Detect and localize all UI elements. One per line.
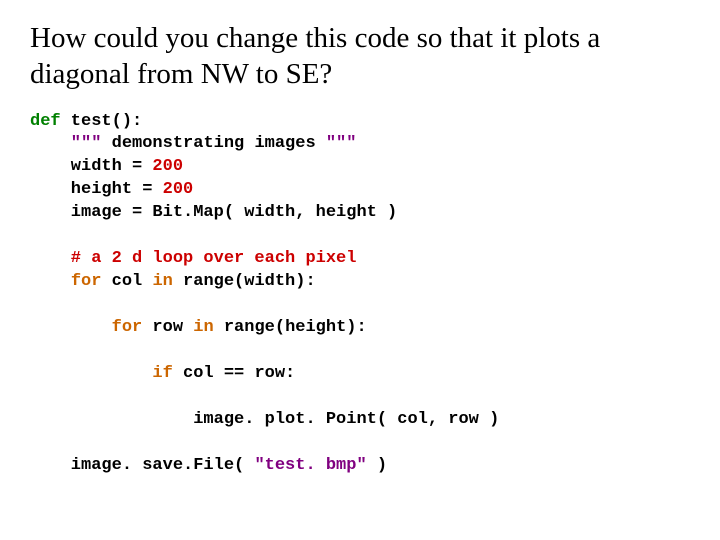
kw-for2: for [112, 318, 143, 337]
comment-line: # a 2 d loop over each pixel [30, 249, 356, 268]
docstring-open: """ [30, 134, 101, 153]
for1-indent [30, 272, 71, 291]
kw-def: def [30, 112, 61, 131]
if-cond: col == row: [173, 364, 295, 383]
width-lhs: width = [30, 157, 152, 176]
kw-in1: in [152, 272, 172, 291]
for2-indent [30, 318, 112, 337]
for2-range: range(height): [214, 318, 367, 337]
docstring-body: demonstrating images [101, 134, 325, 153]
for1-range: range(width): [173, 272, 316, 291]
kw-for1: for [71, 272, 102, 291]
height-lhs: height = [30, 180, 163, 199]
image-assign: image = Bit.Map( width, height ) [30, 203, 397, 222]
kw-if: if [152, 364, 172, 383]
save-prefix: image. save.File( [30, 456, 254, 475]
kw-in2: in [193, 318, 213, 337]
save-suffix: ) [367, 456, 387, 475]
if-indent [30, 364, 152, 383]
width-val: 200 [152, 157, 183, 176]
docstring-close: """ [326, 134, 357, 153]
height-val: 200 [163, 180, 194, 199]
for2-var: row [142, 318, 193, 337]
plot-call: image. plot. Point( col, row ) [30, 410, 499, 429]
code-block: def test(): """ demonstrating images """… [30, 111, 690, 478]
save-str: "test. bmp" [254, 456, 366, 475]
slide-title: How could you change this code so that i… [30, 20, 690, 93]
fn-sig: test(): [61, 112, 143, 131]
for1-var: col [101, 272, 152, 291]
